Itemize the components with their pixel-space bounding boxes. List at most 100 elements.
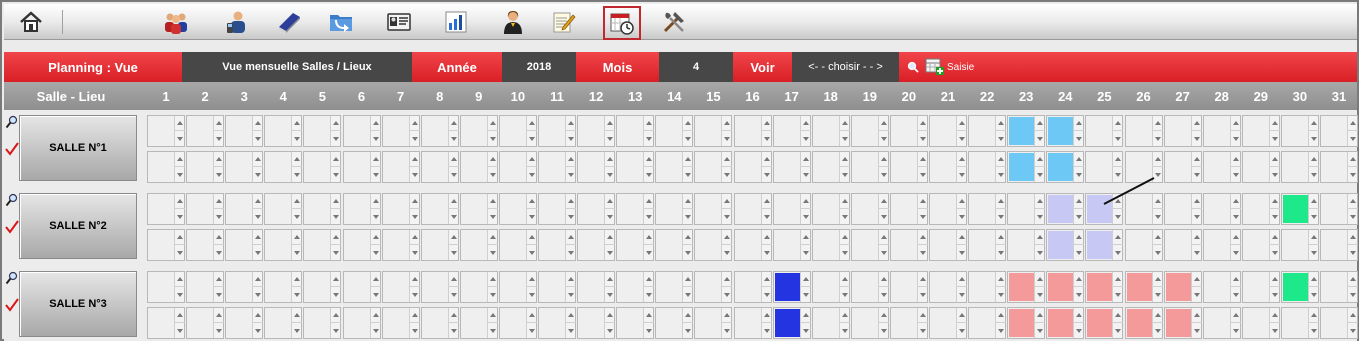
slot-cell[interactable]	[1163, 115, 1202, 147]
spinner[interactable]	[1229, 272, 1241, 302]
spinner-up-arrow[interactable]	[255, 235, 262, 239]
spinner-up-arrow[interactable]	[1350, 199, 1356, 203]
spinner-down-arrow[interactable]	[724, 137, 731, 141]
spinner-up-arrow[interactable]	[841, 199, 848, 203]
spinner-down-arrow[interactable]	[802, 329, 809, 333]
slot-cell[interactable]	[616, 115, 655, 147]
spinner-up-arrow[interactable]	[880, 121, 887, 125]
spinner-up-arrow[interactable]	[450, 157, 457, 161]
spinner-up-arrow[interactable]	[411, 199, 418, 203]
spinner-up-arrow[interactable]	[802, 277, 809, 281]
spinner[interactable]	[252, 116, 264, 146]
slot-cell[interactable]	[1320, 115, 1358, 147]
spinner-up-arrow[interactable]	[372, 277, 379, 281]
spinner-down-arrow[interactable]	[333, 293, 340, 297]
spinner-down-arrow[interactable]	[1076, 173, 1083, 177]
spinner[interactable]	[916, 194, 928, 224]
spinner-up-arrow[interactable]	[1115, 313, 1122, 317]
spinner[interactable]	[1229, 152, 1241, 182]
spinner-down-arrow[interactable]	[333, 329, 340, 333]
spinner-down-arrow[interactable]	[528, 215, 535, 219]
booking-block[interactable]	[1282, 273, 1309, 301]
spinner-down-arrow[interactable]	[998, 293, 1005, 297]
spinner-up-arrow[interactable]	[802, 313, 809, 317]
slot-cell[interactable]	[1320, 151, 1358, 183]
users-group-icon[interactable]	[161, 8, 191, 36]
slot-cell[interactable]	[1124, 229, 1163, 261]
check-icon[interactable]	[5, 298, 19, 312]
room-button-2[interactable]: SALLE N°2	[19, 193, 137, 259]
spinner[interactable]	[1307, 194, 1319, 224]
spinner[interactable]	[1268, 272, 1280, 302]
spinner-down-arrow[interactable]	[1350, 215, 1356, 219]
slot-cell[interactable]	[889, 115, 928, 147]
spinner-down-arrow[interactable]	[919, 137, 926, 141]
spinner-down-arrow[interactable]	[685, 251, 692, 255]
spinner-up-arrow[interactable]	[450, 199, 457, 203]
spinner-down-arrow[interactable]	[177, 137, 183, 141]
slot-cell[interactable]	[1007, 229, 1046, 261]
spinner[interactable]	[330, 152, 342, 182]
spinner-up-arrow[interactable]	[607, 199, 614, 203]
spinner[interactable]	[1229, 116, 1241, 146]
spinner-down-arrow[interactable]	[489, 137, 496, 141]
slot-cell[interactable]	[772, 307, 811, 339]
spinner-up-arrow[interactable]	[1037, 121, 1044, 125]
spinner-up-arrow[interactable]	[1310, 157, 1317, 161]
spinner-down-arrow[interactable]	[1193, 293, 1200, 297]
spinner-down-arrow[interactable]	[1271, 173, 1278, 177]
spinner-up-arrow[interactable]	[646, 235, 653, 239]
spinner-up-arrow[interactable]	[919, 313, 926, 317]
spinner-up-arrow[interactable]	[294, 157, 301, 161]
slot-cell[interactable]	[459, 151, 498, 183]
slot-cell[interactable]	[850, 229, 889, 261]
slot-cell[interactable]	[772, 115, 811, 147]
spinner-down-arrow[interactable]	[411, 137, 418, 141]
book-icon[interactable]	[274, 8, 304, 36]
slot-cell[interactable]	[616, 307, 655, 339]
spinner[interactable]	[956, 152, 967, 182]
spinner-down-arrow[interactable]	[607, 137, 614, 141]
spinner-down-arrow[interactable]	[1310, 173, 1317, 177]
spinner-up-arrow[interactable]	[568, 199, 574, 203]
spinner[interactable]	[486, 230, 498, 260]
spinner-down-arrow[interactable]	[294, 173, 301, 177]
spinner-up-arrow[interactable]	[1350, 277, 1356, 281]
slot-cell[interactable]	[264, 193, 303, 225]
booking-block[interactable]	[1087, 309, 1114, 337]
slot-cell[interactable]	[1241, 193, 1280, 225]
spinner[interactable]	[799, 152, 811, 182]
spinner[interactable]	[799, 230, 811, 260]
spinner-up-arrow[interactable]	[607, 157, 614, 161]
spinner-down-arrow[interactable]	[919, 215, 926, 219]
spinner-up-arrow[interactable]	[294, 121, 301, 125]
spinner-up-arrow[interactable]	[802, 199, 809, 203]
spinner-down-arrow[interactable]	[450, 329, 457, 333]
spinner[interactable]	[877, 308, 889, 338]
spinner[interactable]	[252, 194, 264, 224]
spinner-up-arrow[interactable]	[411, 313, 418, 317]
spinner-up-arrow[interactable]	[1037, 235, 1044, 239]
slot-cell[interactable]	[342, 115, 381, 147]
spinner-down-arrow[interactable]	[489, 215, 496, 219]
slot-cell[interactable]	[694, 307, 733, 339]
home-icon[interactable]	[16, 8, 46, 36]
slot-cell[interactable]	[850, 271, 889, 303]
spinner[interactable]	[643, 308, 655, 338]
spinner-up-arrow[interactable]	[880, 157, 887, 161]
spinner-down-arrow[interactable]	[1076, 251, 1083, 255]
slot-cell[interactable]	[1163, 307, 1202, 339]
slot-cell[interactable]	[147, 271, 185, 303]
slot-cell[interactable]	[264, 151, 303, 183]
spinner-down-arrow[interactable]	[177, 329, 183, 333]
slot-cell[interactable]	[772, 151, 811, 183]
slot-cell[interactable]	[1241, 115, 1280, 147]
slot-cell[interactable]	[459, 271, 498, 303]
spinner-down-arrow[interactable]	[1310, 251, 1317, 255]
spinner[interactable]	[486, 152, 498, 182]
spinner-up-arrow[interactable]	[294, 235, 301, 239]
slot-cell[interactable]	[498, 151, 537, 183]
slot-cell[interactable]	[577, 193, 616, 225]
slot-cell[interactable]	[929, 271, 967, 303]
spinner-down-arrow[interactable]	[255, 329, 262, 333]
